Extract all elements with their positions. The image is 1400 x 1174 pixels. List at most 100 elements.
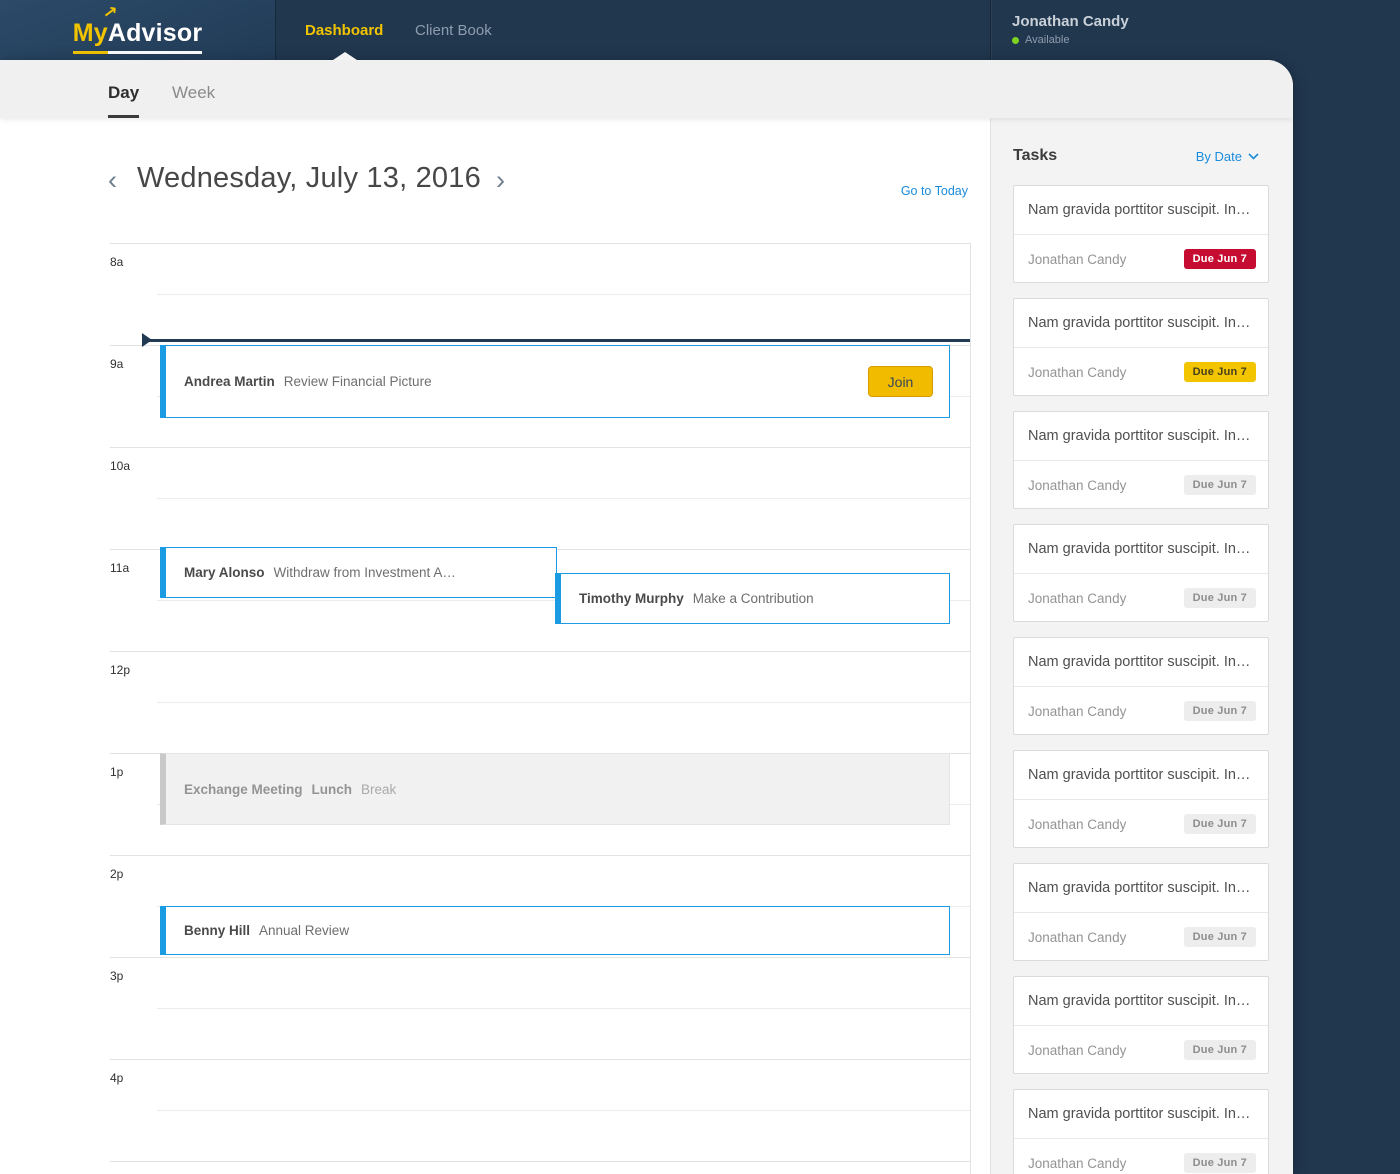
hour-line (110, 651, 970, 652)
prev-day-button[interactable]: ‹ (108, 167, 117, 194)
task-title: Nam gravida porttitor suscipit. In… (1014, 186, 1268, 235)
sort-label: By Date (1195, 148, 1242, 164)
event-timothy-murphy[interactable]: Timothy Murphy Make a Contribution (555, 573, 950, 624)
hour-line (110, 855, 970, 856)
task-title: Nam gravida porttitor suscipit. In… (1014, 525, 1268, 574)
nav-tab-client-book[interactable]: Client Book (415, 0, 492, 60)
task-title: Nam gravida porttitor suscipit. In… (1014, 299, 1268, 348)
event-client: Exchange Meeting (184, 781, 303, 797)
task-assignee: Jonathan Candy (1028, 929, 1127, 945)
user-name: Jonathan Candy (1012, 13, 1129, 30)
tab-day[interactable]: Day (108, 60, 140, 118)
logo-advisor: Advisor (107, 18, 203, 54)
task-card[interactable]: Nam gravida porttitor suscipit. In… Jona… (1013, 976, 1269, 1074)
event-benny-hill[interactable]: Benny Hill Annual Review (160, 906, 950, 955)
hour-line (110, 1161, 970, 1162)
task-list: Nam gravida porttitor suscipit. In… Jona… (1013, 185, 1269, 1174)
task-title: Nam gravida porttitor suscipit. In… (1014, 751, 1268, 800)
event-client: Benny Hill (184, 923, 251, 938)
task-due-badge: Due Jun 7 (1183, 1040, 1256, 1060)
event-mary-alonso[interactable]: Mary Alonso Withdraw from Investment A… (160, 547, 557, 598)
task-due-badge: Due Jun 7 (1183, 588, 1256, 608)
status-dot-icon (1012, 36, 1019, 44)
sort-by-date-dropdown[interactable]: By Date (1196, 149, 1259, 164)
event-andrea-martin[interactable]: Andrea Martin Review Financial Picture J… (160, 345, 950, 418)
task-card[interactable]: Nam gravida porttitor suscipit. In… Jona… (1013, 863, 1269, 961)
task-card[interactable]: Nam gravida porttitor suscipit. In… Jona… (1013, 185, 1269, 283)
task-assignee: Jonathan Candy (1028, 251, 1127, 267)
task-card[interactable]: Nam gravida porttitor suscipit. In… Jona… (1013, 524, 1269, 622)
tab-week[interactable]: Week (172, 60, 215, 115)
task-due-badge: Due Jun 7 (1183, 927, 1256, 947)
go-to-today-link[interactable]: Go to Today (901, 184, 968, 198)
hour-label: 4p (110, 1071, 124, 1085)
hour-line (110, 1059, 970, 1060)
task-due-badge: Due Jun 7 (1183, 701, 1256, 721)
task-assignee: Jonathan Candy (1028, 477, 1127, 493)
hour-line (110, 243, 970, 244)
tasks-panel: Tasks By Date Nam gravida porttitor susc… (990, 118, 1293, 1174)
logo-my: My (72, 18, 108, 54)
hour-label: 1p (110, 765, 124, 779)
logo[interactable]: MyAdvisor ↗ (0, 0, 276, 60)
next-day-button[interactable]: › (496, 167, 505, 194)
event-exchange-meeting-lunch[interactable]: Exchange Meeting Lunch Break (160, 753, 950, 825)
view-tab-strip: Day Week (0, 60, 1293, 118)
task-title: Nam gravida porttitor suscipit. In… (1014, 1090, 1268, 1139)
time-grid: 8a 9a 10a 11a 12p 1p 2p 3p 4p Andrea Martin Revi… (0, 238, 990, 1174)
date-title: Wednesday, July 13, 2016 (137, 162, 481, 194)
nav-divider (990, 0, 991, 60)
task-card[interactable]: Nam gravida porttitor suscipit. In… Jona… (1013, 637, 1269, 735)
join-button[interactable]: Join (868, 366, 933, 397)
logo-arrow-icon: ↗ (101, 1, 119, 23)
hour-label: 9a (110, 357, 124, 371)
current-time-arrow-icon (142, 333, 152, 347)
task-due-badge: Due Jun 7 (1183, 249, 1256, 269)
logo-text: MyAdvisor ↗ (72, 2, 203, 54)
task-due-badge: Due Jun 7 (1183, 814, 1256, 834)
hour-label: 8a (110, 255, 124, 269)
calendar-day-view: ‹ Wednesday, July 13, 2016 › Go to Today… (0, 118, 990, 1174)
task-assignee: Jonathan Candy (1028, 1155, 1127, 1171)
event-client: Andrea Martin (184, 374, 275, 389)
event-description-bold: Lunch (311, 781, 353, 797)
task-title: Nam gravida porttitor suscipit. In… (1014, 638, 1268, 687)
hour-label: 3p (110, 969, 124, 983)
hour-line (110, 447, 970, 448)
event-description: Break (361, 781, 397, 797)
task-assignee: Jonathan Candy (1028, 703, 1127, 719)
task-assignee: Jonathan Candy (1028, 364, 1127, 380)
tasks-header: Tasks (1013, 147, 1058, 164)
task-card[interactable]: Nam gravida porttitor suscipit. In… Jona… (1013, 411, 1269, 509)
current-time-indicator (142, 333, 970, 347)
user-menu[interactable]: Jonathan Candy Available (1012, 13, 1129, 46)
hour-label: 12p (110, 663, 131, 677)
calendar-header: ‹ Wednesday, July 13, 2016 › Go to Today (0, 118, 990, 238)
hour-label: 11a (110, 561, 130, 575)
grid-right-border (970, 243, 971, 1174)
task-assignee: Jonathan Candy (1028, 1042, 1127, 1058)
task-assignee: Jonathan Candy (1028, 590, 1127, 606)
task-due-badge: Due Jun 7 (1183, 475, 1256, 495)
hour-line (110, 957, 970, 958)
event-description: Review Financial Picture (283, 374, 432, 389)
task-card[interactable]: Nam gravida porttitor suscipit. In… Jona… (1013, 298, 1269, 396)
chevron-down-icon (1248, 152, 1259, 160)
task-card[interactable]: Nam gravida porttitor suscipit. In… Jona… (1013, 750, 1269, 848)
top-nav: MyAdvisor ↗ Dashboard Client Book Jonath… (0, 0, 1400, 60)
nav-tab-dashboard[interactable]: Dashboard (305, 0, 383, 60)
task-card[interactable]: Nam gravida porttitor suscipit. In… Jona… (1013, 1089, 1269, 1174)
event-description: Annual Review (259, 923, 350, 938)
task-title: Nam gravida porttitor suscipit. In… (1014, 864, 1268, 913)
hour-label: 2p (110, 867, 124, 881)
task-assignee: Jonathan Candy (1028, 816, 1127, 832)
half-hour-line (157, 1008, 970, 1009)
half-hour-line (157, 1110, 970, 1111)
event-description: Make a Contribution (692, 591, 814, 606)
main-panel: Day Week ‹ Wednesday, July 13, 2016 › Go… (0, 60, 1293, 1174)
half-hour-line (157, 702, 970, 703)
event-description: Withdraw from Investment A… (273, 565, 456, 580)
task-due-badge: Due Jun 7 (1183, 1153, 1256, 1173)
half-hour-line (157, 294, 970, 295)
half-hour-line (157, 498, 970, 499)
